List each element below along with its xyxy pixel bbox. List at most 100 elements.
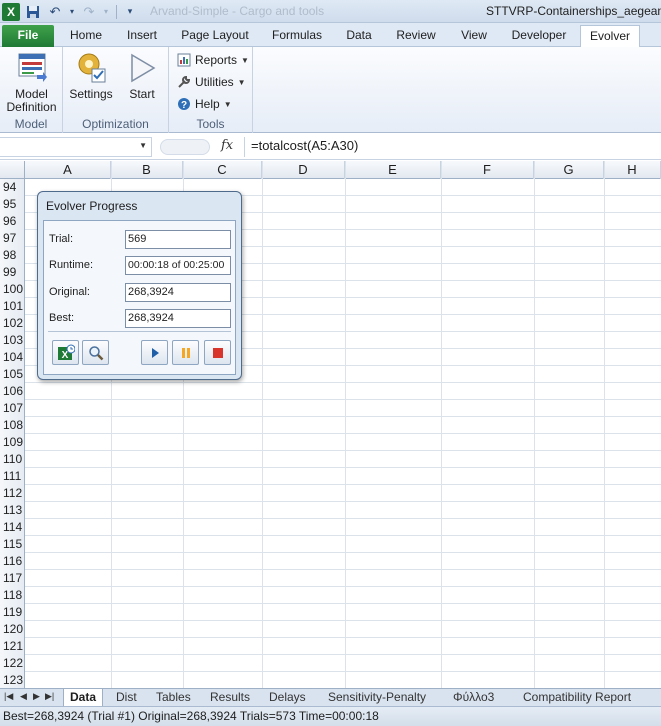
sheet-row[interactable]: 123 bbox=[0, 672, 661, 688]
tab-file[interactable]: File bbox=[2, 25, 54, 47]
row-header[interactable]: 114 bbox=[0, 519, 25, 536]
sheet-row[interactable]: 122 bbox=[0, 655, 661, 672]
name-box-dropdown-icon[interactable]: ▼ bbox=[139, 141, 147, 150]
row-header[interactable]: 108 bbox=[0, 417, 25, 434]
undo-icon[interactable]: ↶ bbox=[46, 3, 64, 21]
row-header[interactable]: 122 bbox=[0, 655, 25, 672]
save-icon[interactable] bbox=[24, 3, 42, 21]
row-header[interactable]: 104 bbox=[0, 349, 25, 366]
sheet-row[interactable]: 106 bbox=[0, 383, 661, 400]
tab-page-layout[interactable]: Page Layout bbox=[176, 25, 254, 47]
row-header[interactable]: 111 bbox=[0, 468, 25, 485]
column-header-b[interactable]: B bbox=[111, 161, 183, 179]
sheet-row[interactable]: 116 bbox=[0, 553, 661, 570]
tab-evolver[interactable]: Evolver bbox=[580, 25, 640, 48]
column-header-g[interactable]: G bbox=[534, 161, 604, 179]
tab-view[interactable]: View bbox=[452, 25, 496, 47]
column-header-h[interactable]: H bbox=[604, 161, 661, 179]
update-excel-button[interactable]: X bbox=[52, 340, 79, 365]
sheet-tab-results[interactable]: Results bbox=[204, 689, 256, 707]
sheet-tab-dist[interactable]: Dist bbox=[110, 689, 143, 707]
sheet-tab-sensitivity-penalty[interactable]: Sensitivity-Penalty bbox=[322, 689, 432, 707]
tab-home[interactable]: Home bbox=[62, 25, 110, 47]
row-header[interactable]: 107 bbox=[0, 400, 25, 417]
undo-dropdown-icon[interactable]: ▾ bbox=[68, 3, 76, 21]
row-header[interactable]: 120 bbox=[0, 621, 25, 638]
row-header[interactable]: 96 bbox=[0, 213, 25, 230]
select-all-corner[interactable] bbox=[0, 161, 25, 179]
row-header[interactable]: 123 bbox=[0, 672, 25, 688]
sheet-row[interactable]: 112 bbox=[0, 485, 661, 502]
sheet-row[interactable]: 119 bbox=[0, 604, 661, 621]
stop-button[interactable] bbox=[204, 340, 231, 365]
evolver-progress-dialog[interactable]: Evolver Progress Trial: 569 Runtime: 00:… bbox=[37, 191, 242, 380]
tab-formulas[interactable]: Formulas bbox=[264, 25, 330, 47]
model-definition-button[interactable]: Model Definition bbox=[4, 51, 59, 114]
sheet-tab-compatibility-report[interactable]: Compatibility Report bbox=[517, 689, 637, 707]
row-header[interactable]: 99 bbox=[0, 264, 25, 281]
utilities-button[interactable]: Utilities ▼ bbox=[177, 73, 246, 91]
sheet-row[interactable]: 114 bbox=[0, 519, 661, 536]
sheet-tab-tables[interactable]: Tables bbox=[150, 689, 197, 707]
row-header[interactable]: 105 bbox=[0, 366, 25, 383]
column-header-f[interactable]: F bbox=[441, 161, 534, 179]
sheet-row[interactable]: 113 bbox=[0, 502, 661, 519]
row-header[interactable]: 119 bbox=[0, 604, 25, 621]
reports-button[interactable]: Reports ▼ bbox=[177, 51, 249, 69]
tab-data[interactable]: Data bbox=[338, 25, 380, 47]
sheet-row[interactable]: 107 bbox=[0, 400, 661, 417]
column-header-a[interactable]: A bbox=[25, 161, 111, 179]
row-header[interactable]: 95 bbox=[0, 196, 25, 213]
sheet-row[interactable]: 110 bbox=[0, 451, 661, 468]
row-header[interactable]: 118 bbox=[0, 587, 25, 604]
sheet-tab-delays[interactable]: Delays bbox=[263, 689, 312, 707]
row-header[interactable]: 97 bbox=[0, 230, 25, 247]
column-header-d[interactable]: D bbox=[262, 161, 345, 179]
sheet-row[interactable]: 117 bbox=[0, 570, 661, 587]
row-header[interactable]: 100 bbox=[0, 281, 25, 298]
row-header[interactable]: 116 bbox=[0, 553, 25, 570]
row-header[interactable]: 113 bbox=[0, 502, 25, 519]
name-box[interactable]: ▼ bbox=[0, 137, 152, 157]
tab-insert[interactable]: Insert bbox=[118, 25, 166, 47]
start-button[interactable]: Start bbox=[119, 51, 165, 101]
excel-app-icon[interactable]: X bbox=[2, 2, 20, 21]
sheet-row[interactable]: 115 bbox=[0, 536, 661, 553]
sheet-row[interactable]: 120 bbox=[0, 621, 661, 638]
tab-developer[interactable]: Developer bbox=[504, 25, 574, 47]
row-header[interactable]: 103 bbox=[0, 332, 25, 349]
row-header[interactable]: 94 bbox=[0, 179, 25, 196]
row-header[interactable]: 112 bbox=[0, 485, 25, 502]
row-header[interactable]: 98 bbox=[0, 247, 25, 264]
column-header-c[interactable]: C bbox=[183, 161, 262, 179]
prev-sheet-icon[interactable]: ◀ bbox=[20, 691, 27, 702]
row-header[interactable]: 117 bbox=[0, 570, 25, 587]
sheet-row[interactable]: 108 bbox=[0, 417, 661, 434]
redo-icon[interactable]: ↷ bbox=[80, 3, 98, 21]
row-header[interactable]: 109 bbox=[0, 434, 25, 451]
sheet-row[interactable]: 111 bbox=[0, 468, 661, 485]
settings-button[interactable]: Settings bbox=[67, 51, 115, 101]
row-header[interactable]: 115 bbox=[0, 536, 25, 553]
formula-input[interactable]: =totalcost(A5:A30) bbox=[244, 137, 661, 157]
pause-button[interactable] bbox=[172, 340, 199, 365]
show-details-button[interactable] bbox=[82, 340, 109, 365]
next-sheet-icon[interactable]: ▶ bbox=[33, 691, 40, 702]
redo-dropdown-icon[interactable]: ▾ bbox=[102, 3, 110, 21]
row-header[interactable]: 121 bbox=[0, 638, 25, 655]
sheet-row[interactable]: 118 bbox=[0, 587, 661, 604]
first-sheet-icon[interactable]: |◀ bbox=[4, 691, 13, 702]
play-button[interactable] bbox=[141, 340, 168, 365]
help-button[interactable]: ? Help ▼ bbox=[177, 95, 232, 113]
column-header-e[interactable]: E bbox=[345, 161, 441, 179]
row-header[interactable]: 102 bbox=[0, 315, 25, 332]
row-header[interactable]: 106 bbox=[0, 383, 25, 400]
formula-bar-resize-handle[interactable] bbox=[160, 139, 210, 155]
row-header[interactable]: 101 bbox=[0, 298, 25, 315]
sheet-tab-fyllo3[interactable]: Φύλλο3 bbox=[447, 689, 500, 707]
customize-qat-icon[interactable]: ▾ bbox=[121, 3, 139, 21]
tab-review[interactable]: Review bbox=[390, 25, 442, 47]
last-sheet-icon[interactable]: ▶| bbox=[45, 691, 54, 702]
sheet-row[interactable]: 121 bbox=[0, 638, 661, 655]
sheet-tab-data[interactable]: Data bbox=[63, 689, 104, 707]
